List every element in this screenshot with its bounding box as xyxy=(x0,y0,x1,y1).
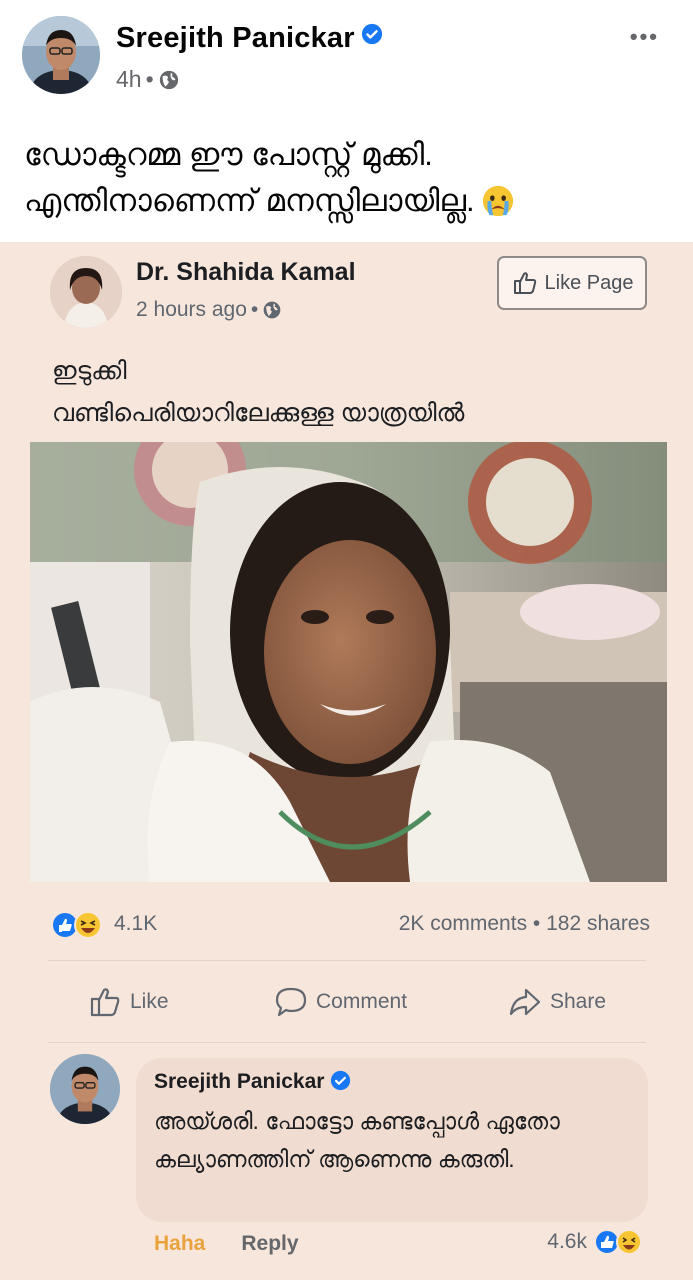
meta-separator: • xyxy=(145,66,154,92)
comment-icon xyxy=(275,987,307,1017)
comment-text: അയ്ശരി. ഫോട്ടോ കണ്ടപ്പോൾ ഏതോ കല്യാണത്തിന… xyxy=(154,1108,560,1172)
shared-meta: 2 hours ago • xyxy=(136,298,282,322)
haha-reaction-button[interactable]: Haha xyxy=(154,1232,205,1256)
commenter-name[interactable]: Sreejith Panickar xyxy=(154,1070,351,1094)
post-meta: 4h • xyxy=(116,66,180,93)
engagement-counts: 4.1K 2K comments • 182 shares xyxy=(50,908,650,942)
share-button[interactable]: Share xyxy=(508,972,606,1032)
shared-post: Dr. Shahida Kamal 2 hours ago • Like Pag… xyxy=(0,242,693,1280)
shared-meta-separator: • xyxy=(250,298,259,321)
post-text-line2: എന്തിനാണെന്ന് മനസ്സിലായില്ല. xyxy=(24,178,674,224)
like-page-label: Like Page xyxy=(544,271,634,294)
divider xyxy=(48,1042,646,1043)
crying-face-emoji xyxy=(482,185,513,217)
comment-button[interactable]: Comment xyxy=(274,972,407,1032)
shared-time[interactable]: 2 hours ago xyxy=(136,298,247,322)
shared-photo[interactable] xyxy=(30,442,667,882)
thumbs-up-icon xyxy=(513,272,536,294)
action-bar: Like Comment Share xyxy=(48,972,648,1032)
thumbs-up-icon xyxy=(90,988,120,1017)
share-label: Share xyxy=(550,990,607,1013)
reaction-count[interactable]: 4.1K xyxy=(114,912,157,936)
shared-author-avatar[interactable] xyxy=(50,256,122,328)
comment-label: Comment xyxy=(316,990,408,1013)
shared-text: ഇടുക്കി വണ്ടിപെരിയാറിലേക്കുള്ള യാത്രയിൽ xyxy=(52,350,652,434)
verified-badge-icon xyxy=(361,23,382,45)
globe-icon xyxy=(263,301,281,319)
shared-author-name[interactable]: Dr. Shahida Kamal xyxy=(136,258,356,287)
post-text: ഡോക്ടറമ്മ ഈ പോസ്റ്റ് മുക്കി. എന്തിനാണെന്… xyxy=(24,132,674,224)
commenter-avatar[interactable] xyxy=(50,1054,120,1124)
like-page-button[interactable]: Like Page xyxy=(497,256,647,310)
shared-text-line2: വണ്ടിപെരിയാറിലേക്കുള്ള യാത്രയിൽ xyxy=(52,399,465,427)
comments-shares-count[interactable]: 2K comments • 182 shares xyxy=(399,912,650,936)
post-header: Sreejith Panickar 4h • ••• xyxy=(0,0,693,104)
post-text-line1: ഡോക്ടറമ്മ ഈ പോസ്റ്റ് മുക്കി. xyxy=(24,137,433,172)
reply-button[interactable]: Reply xyxy=(241,1232,298,1256)
shared-text-line1: ഇടുക്കി xyxy=(52,357,127,385)
verified-badge-icon xyxy=(331,1070,351,1091)
comment-actions: Haha Reply xyxy=(154,1232,299,1256)
reaction-icons xyxy=(594,1229,642,1255)
author-avatar[interactable] xyxy=(22,16,100,94)
haha-reaction-icon xyxy=(616,1229,642,1255)
comment-bubble: Sreejith Panickar അയ്ശരി. ഫോട്ടോ കണ്ടപ്പ… xyxy=(136,1058,648,1222)
post-time[interactable]: 4h xyxy=(116,66,142,93)
comment-reactions[interactable]: 4.6k xyxy=(547,1228,649,1256)
more-options-icon[interactable]: ••• xyxy=(630,24,659,50)
share-icon xyxy=(509,988,541,1016)
comment-reaction-count: 4.6k xyxy=(547,1230,587,1253)
like-label: Like xyxy=(130,990,169,1013)
haha-reaction-icon xyxy=(74,911,102,939)
globe-icon xyxy=(159,70,178,89)
author-name[interactable]: Sreejith Panickar xyxy=(116,22,383,55)
divider xyxy=(48,960,646,961)
like-button[interactable]: Like xyxy=(88,972,169,1032)
reaction-icons[interactable] xyxy=(50,910,108,940)
